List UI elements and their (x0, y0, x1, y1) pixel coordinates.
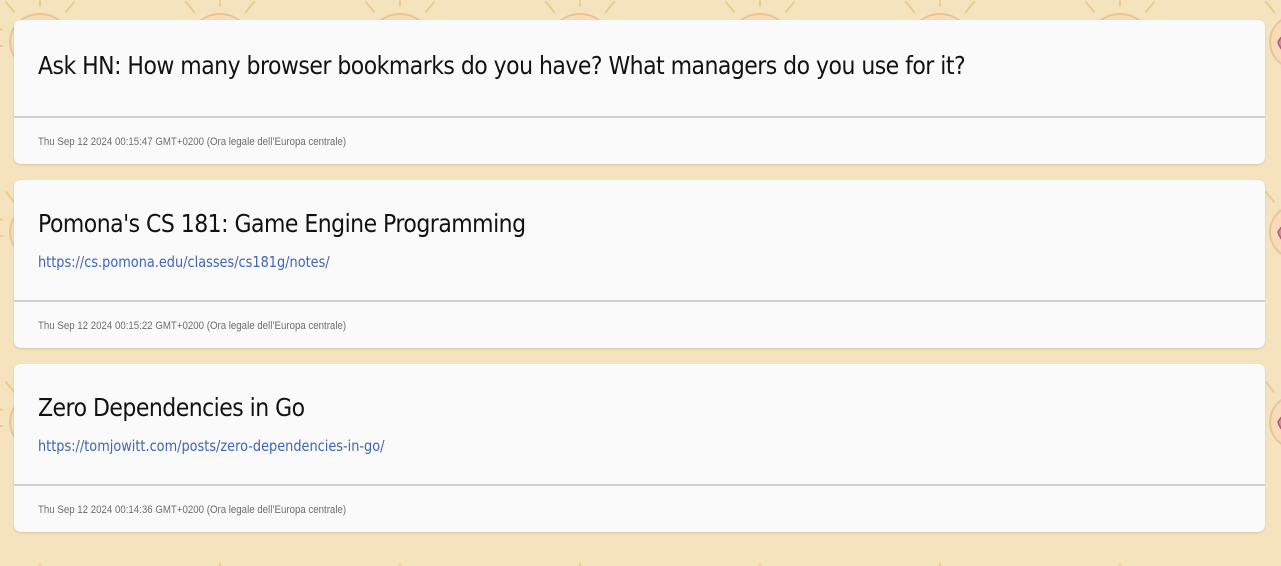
post-footer: Thu Sep 12 2024 00:15:47 GMT+0200 (Ora l… (14, 116, 1265, 164)
post-title: Ask HN: How many browser bookmarks do yo… (38, 51, 966, 80)
post-timestamp: Thu Sep 12 2024 00:15:47 GMT+0200 (Ora l… (38, 136, 347, 148)
post-timestamp: Thu Sep 12 2024 00:15:22 GMT+0200 (Ora l… (38, 320, 347, 332)
post-card-body: Pomona's CS 181: Game Engine Programming… (14, 180, 1265, 300)
post-footer: Thu Sep 12 2024 00:14:36 GMT+0200 (Ora l… (14, 484, 1265, 532)
post-card-body: Ask HN: How many browser bookmarks do yo… (14, 20, 1265, 116)
post-card: Zero Dependencies in Go https://tomjowit… (14, 364, 1265, 532)
post-card: Ask HN: How many browser bookmarks do yo… (14, 20, 1265, 164)
post-timestamp: Thu Sep 12 2024 00:14:36 GMT+0200 (Ora l… (38, 504, 347, 516)
post-title: Zero Dependencies in Go (38, 393, 305, 422)
post-title: Pomona's CS 181: Game Engine Programming (38, 209, 526, 238)
post-card: Pomona's CS 181: Game Engine Programming… (14, 180, 1265, 348)
post-footer: Thu Sep 12 2024 00:15:22 GMT+0200 (Ora l… (14, 300, 1265, 348)
post-card-body: Zero Dependencies in Go https://tomjowit… (14, 364, 1265, 484)
post-link[interactable]: https://tomjowitt.com/posts/zero-depende… (38, 436, 384, 456)
post-feed: Ask HN: How many browser bookmarks do yo… (14, 20, 1265, 548)
post-link[interactable]: https://cs.pomona.edu/classes/cs181g/not… (38, 252, 330, 272)
